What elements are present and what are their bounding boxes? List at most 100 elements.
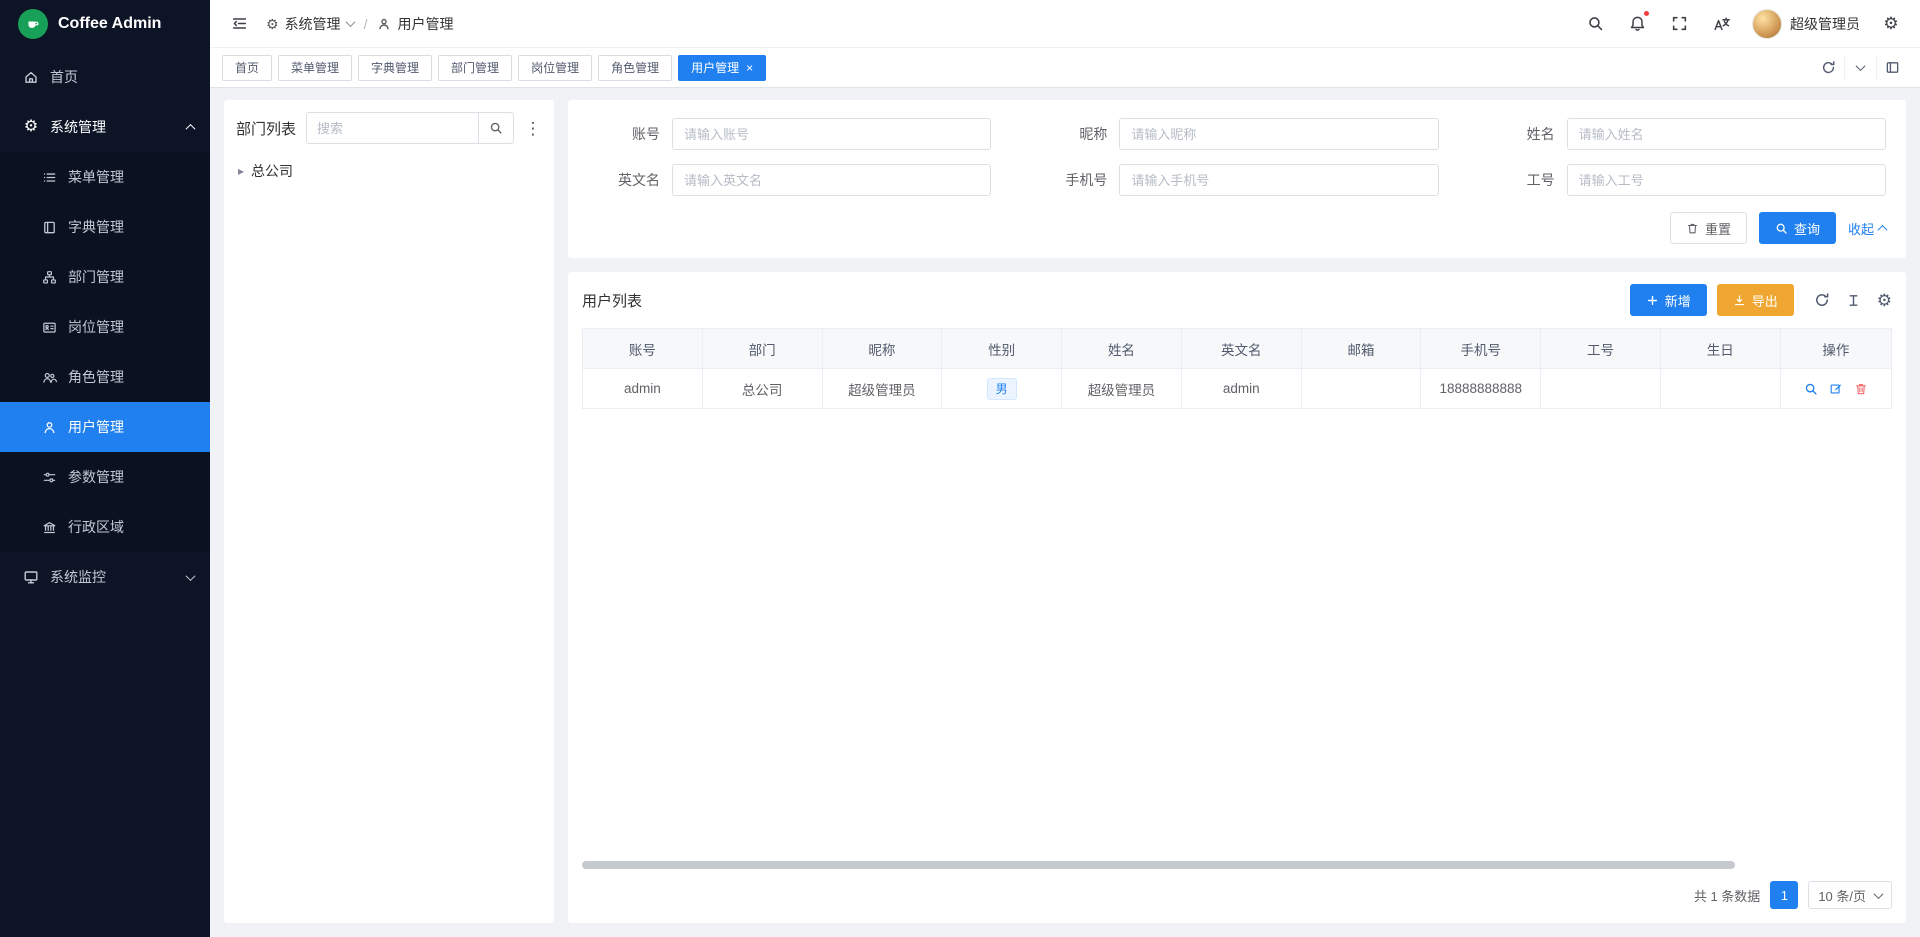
view-icon[interactable] xyxy=(1804,382,1818,396)
filter-grid: 账号 昵称 姓名 英文名 xyxy=(588,118,1886,196)
sidebar-item-label: 参数管理 xyxy=(68,467,194,487)
department-search-input[interactable] xyxy=(306,112,478,144)
table-header-row: 账号 部门 昵称 性别 姓名 英文名 邮箱 手机号 工号 生日 操作 xyxy=(583,329,1892,369)
cell-nickname: 超级管理员 xyxy=(822,369,942,409)
english-name-input[interactable] xyxy=(672,164,991,196)
tab-role-management[interactable]: 角色管理 xyxy=(598,55,672,81)
field-label: 手机号 xyxy=(1035,170,1107,190)
sidebar-item-post-management[interactable]: 岗位管理 xyxy=(0,302,210,352)
tab-actions-dropdown[interactable] xyxy=(1844,55,1876,81)
column-settings-gear-icon[interactable]: ⚙ xyxy=(1877,292,1892,309)
cell-birthday xyxy=(1660,369,1780,409)
delete-icon[interactable] xyxy=(1854,382,1868,396)
col-account: 账号 xyxy=(583,329,703,369)
edit-icon[interactable] xyxy=(1829,382,1843,396)
cell-account: admin xyxy=(583,369,703,409)
col-dept: 部门 xyxy=(702,329,822,369)
user-menu[interactable]: 超级管理员 xyxy=(1752,9,1860,39)
home-icon xyxy=(22,69,40,85)
query-button[interactable]: 查询 xyxy=(1759,212,1836,244)
breadcrumb-system-management[interactable]: ⚙ 系统管理 xyxy=(266,14,354,34)
cell-dept: 总公司 xyxy=(702,369,822,409)
table-row: admin 总公司 超级管理员 男 超级管理员 admin 1888888888… xyxy=(583,369,1892,409)
page-size-value: 10 条/页 xyxy=(1818,886,1866,905)
breadcrumb-label: 用户管理 xyxy=(397,14,453,34)
page-button-1[interactable]: 1 xyxy=(1770,881,1798,909)
user-list-card: 用户列表 新增 xyxy=(568,272,1906,923)
sidebar-item-system-management[interactable]: ⚙ 系统管理 xyxy=(0,102,210,152)
sidebar-item-role-management[interactable]: 角色管理 xyxy=(0,352,210,402)
sidebar-item-param-management[interactable]: 参数管理 xyxy=(0,452,210,502)
query-button-label: 查询 xyxy=(1794,219,1820,238)
menu-fold-icon[interactable] xyxy=(228,13,250,35)
clear-icon xyxy=(1686,222,1699,235)
close-icon[interactable]: × xyxy=(746,62,753,74)
gear-icon: ⚙ xyxy=(22,119,40,135)
reset-button[interactable]: 重置 xyxy=(1670,212,1747,244)
sidebar-item-dept-management[interactable]: 部门管理 xyxy=(0,252,210,302)
nickname-input[interactable] xyxy=(1119,118,1438,150)
phone-input[interactable] xyxy=(1119,164,1438,196)
translate-icon[interactable] xyxy=(1710,13,1732,35)
export-button[interactable]: 导出 xyxy=(1717,284,1794,316)
name-input[interactable] xyxy=(1567,118,1886,150)
field-label: 工号 xyxy=(1483,170,1555,190)
table-setting-icons: ⚙ xyxy=(1814,292,1892,309)
tab-dept-management[interactable]: 部门管理 xyxy=(438,55,512,81)
tree-node-head-office[interactable]: ▸ 总公司 xyxy=(236,158,542,184)
username: 超级管理员 xyxy=(1790,14,1860,34)
row-height-icon[interactable] xyxy=(1846,293,1861,308)
gender-tag: 男 xyxy=(987,378,1017,400)
expand-pane-icon[interactable] xyxy=(1876,55,1908,81)
tab-post-management[interactable]: 岗位管理 xyxy=(518,55,592,81)
sidebar-item-label: 岗位管理 xyxy=(68,317,194,337)
user-list-title: 用户列表 xyxy=(582,290,642,311)
col-gender: 性别 xyxy=(942,329,1062,369)
col-job-number: 工号 xyxy=(1541,329,1661,369)
sidebar-item-menu-management[interactable]: 菜单管理 xyxy=(0,152,210,202)
refresh-icon[interactable] xyxy=(1814,292,1830,308)
breadcrumb-label: 系统管理 xyxy=(285,14,341,34)
search-icon[interactable] xyxy=(1584,13,1606,35)
breadcrumb-user-management[interactable]: 用户管理 xyxy=(377,14,453,34)
sidebar-item-label: 部门管理 xyxy=(68,267,194,287)
job-number-input[interactable] xyxy=(1567,164,1886,196)
sliders-icon xyxy=(40,470,58,485)
department-panel-title: 部门列表 xyxy=(236,118,296,139)
plus-icon xyxy=(1646,294,1659,307)
tab-home[interactable]: 首页 xyxy=(222,55,272,81)
account-input[interactable] xyxy=(672,118,991,150)
more-options-icon[interactable]: ⋮ xyxy=(524,120,542,137)
right-column: 账号 昵称 姓名 英文名 xyxy=(568,100,1906,923)
bell-icon[interactable] xyxy=(1626,13,1648,35)
tab-dict-management[interactable]: 字典管理 xyxy=(358,55,432,81)
sidebar-item-admin-region[interactable]: 行政区域 xyxy=(0,502,210,552)
collapse-label: 收起 xyxy=(1848,219,1874,238)
col-birthday: 生日 xyxy=(1660,329,1780,369)
tab-user-management[interactable]: 用户管理 × xyxy=(678,55,766,81)
sidebar-item-home[interactable]: 首页 xyxy=(0,52,210,102)
table-empty-area xyxy=(582,409,1892,861)
collapse-filter-link[interactable]: 收起 xyxy=(1848,219,1886,238)
sidebar-item-user-management[interactable]: 用户管理 xyxy=(0,402,210,452)
search-icon[interactable] xyxy=(478,112,514,144)
col-operation: 操作 xyxy=(1780,329,1891,369)
field-job-number: 工号 xyxy=(1483,164,1886,196)
chevron-up-icon xyxy=(186,123,196,133)
org-tree-icon xyxy=(40,270,58,285)
add-user-label: 新增 xyxy=(1665,291,1691,310)
settings-gear-icon[interactable]: ⚙ xyxy=(1880,13,1902,35)
horizontal-scrollbar[interactable] xyxy=(582,861,1735,869)
field-nickname: 昵称 xyxy=(1035,118,1438,150)
sidebar-item-label: 菜单管理 xyxy=(68,167,194,187)
notification-badge xyxy=(1643,10,1650,17)
sidebar-item-system-monitor[interactable]: 系统监控 xyxy=(0,552,210,602)
page-size-select[interactable]: 10 条/页 xyxy=(1808,881,1892,909)
fullscreen-icon[interactable] xyxy=(1668,13,1690,35)
sidebar-item-dict-management[interactable]: 字典管理 xyxy=(0,202,210,252)
tab-menu-management[interactable]: 菜单管理 xyxy=(278,55,352,81)
sidebar-item-label: 字典管理 xyxy=(68,217,194,237)
add-user-button[interactable]: 新增 xyxy=(1630,284,1707,316)
refresh-icon[interactable] xyxy=(1812,55,1844,81)
cell-operation xyxy=(1780,369,1891,409)
